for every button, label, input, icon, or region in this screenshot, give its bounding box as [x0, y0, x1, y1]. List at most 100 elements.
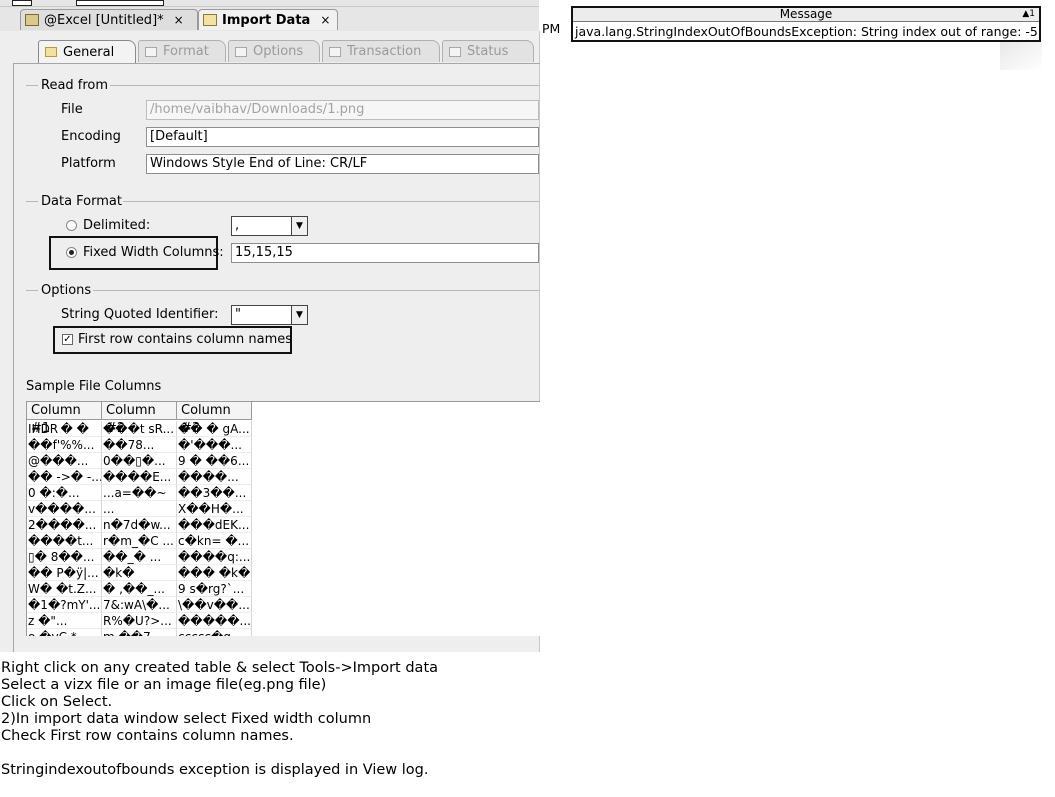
- data-format-group: Data Format: [26, 193, 122, 209]
- log-message[interactable]: java.lang.StringIndexOutOfBoundsExceptio…: [575, 24, 1038, 39]
- group-legend: Options: [41, 282, 92, 298]
- table-cell[interactable]: R%�U?>...: [102, 613, 177, 629]
- tab-label: Status: [467, 44, 509, 59]
- close-icon[interactable]: ×: [174, 13, 184, 27]
- table-cell[interactable]: c�kn= �...: [177, 533, 252, 549]
- table-cell[interactable]: ��� �k�: [177, 565, 252, 581]
- first-row-checkbox[interactable]: ✓: [62, 334, 73, 345]
- view-log-table: Message ▲1 java.lang.StringIndexOutOfBou…: [571, 6, 1041, 42]
- tab-status[interactable]: Status: [442, 40, 534, 62]
- delimiter-combo[interactable]: , ▼: [231, 216, 308, 236]
- table-cell[interactable]: �� ->� -...: [27, 469, 102, 485]
- table-cell[interactable]: m ��7: [102, 629, 177, 636]
- instruction-line: 2)In import data window select Fixed wid…: [1, 711, 372, 727]
- table-cell[interactable]: ...: [102, 501, 177, 517]
- table-cell[interactable]: n�7d�w...: [102, 517, 177, 533]
- table-cell[interactable]: 2����...: [27, 517, 102, 533]
- table-cell[interactable]: �����...: [177, 613, 252, 629]
- tab-options[interactable]: Options: [228, 40, 320, 62]
- tab-label: Options: [253, 44, 304, 59]
- table-cell[interactable]: 7&:wA\�...: [102, 597, 177, 613]
- table-cell[interactable]: �'���...: [177, 437, 252, 453]
- tab-excel-untitled[interactable]: @Excel [Untitled]* ×: [20, 9, 198, 30]
- read-from-group: Read from: [26, 77, 108, 93]
- table-cell[interactable]: ��_� ...: [102, 549, 177, 565]
- table-cell[interactable]: ��3��...: [177, 485, 252, 501]
- table-cell[interactable]: @���...: [27, 453, 102, 469]
- delimited-label: Delimited:: [83, 218, 151, 233]
- tab-label: General: [63, 44, 115, 60]
- column-header[interactable]: Column #1: [27, 402, 102, 436]
- table-cell[interactable]: �� � gA...: [177, 421, 252, 437]
- platform-label: Platform: [61, 156, 116, 171]
- toolbar-button[interactable]: [12, 0, 32, 6]
- column-header[interactable]: Column #2: [102, 402, 177, 436]
- instruction-line: Stringindexoutofbounds exception is disp…: [1, 762, 429, 778]
- tab-import-data[interactable]: Import Data ×: [198, 9, 338, 30]
- table-cell[interactable]: X��H�...: [177, 501, 252, 517]
- table-cell[interactable]: ���t sR...: [102, 421, 177, 437]
- tab-general[interactable]: General: [38, 40, 136, 63]
- fixed-width-label: Fixed Width Columns:: [83, 245, 224, 260]
- chevron-down-icon[interactable]: ▼: [291, 217, 307, 235]
- fixed-width-input[interactable]: 15,15,15: [231, 243, 539, 263]
- table-cell[interactable]: r�m_�C ...: [102, 533, 177, 549]
- table-cell[interactable]: ����...: [177, 469, 252, 485]
- tab-label: Format: [163, 44, 209, 59]
- quote-identifier-label: String Quoted Identifier:: [61, 307, 219, 322]
- table-cell[interactable]: IHDR � �: [27, 421, 102, 437]
- instruction-line: Click on Select.: [1, 694, 113, 710]
- fixed-width-radio[interactable]: [66, 247, 77, 258]
- table-cell[interactable]: ▯� 8��...: [27, 549, 102, 565]
- platform-select[interactable]: Windows Style End of Line: CR/LF: [146, 154, 539, 174]
- quote-identifier-combo[interactable]: " ▼: [231, 305, 308, 325]
- tab-transaction[interactable]: Transaction: [322, 40, 440, 62]
- status-icon: [449, 46, 461, 57]
- table-cell[interactable]: v����...: [27, 501, 102, 517]
- table-cell[interactable]: �1�?mY'...: [27, 597, 102, 613]
- tab-format[interactable]: Format: [138, 40, 226, 62]
- delimiter-value: ,: [235, 218, 240, 233]
- table-cell[interactable]: �� P�ÿ|...: [27, 565, 102, 581]
- quote-value: ": [235, 307, 241, 322]
- column-header[interactable]: Column #3: [177, 402, 252, 436]
- table-cell[interactable]: ccccc�q: [177, 629, 252, 636]
- table-cell[interactable]: 9 s�rg?`...: [177, 581, 252, 597]
- table-cell[interactable]: ����t...: [27, 533, 102, 549]
- encoding-select[interactable]: [Default]: [146, 127, 539, 147]
- group-legend: Read from: [41, 77, 109, 93]
- file-label: File: [61, 102, 83, 117]
- editor-tab-bar: @Excel [Untitled]* × Import Data ×: [0, 7, 539, 31]
- import-icon: [203, 14, 217, 26]
- table-cell[interactable]: z �"...: [27, 613, 102, 629]
- table-cell[interactable]: \��v��...: [177, 597, 252, 613]
- group-legend: Data Format: [41, 193, 122, 209]
- log-header-label: Message: [779, 7, 833, 21]
- tab-label: Import Data: [222, 12, 311, 28]
- table-cell[interactable]: 0��▯�...: [102, 453, 177, 469]
- format-icon: [145, 46, 157, 57]
- table-cell[interactable]: � ,��_...: [102, 581, 177, 597]
- table-cell[interactable]: W� �t.Z...: [27, 581, 102, 597]
- delimited-radio[interactable]: [66, 220, 77, 231]
- options-group: Options: [26, 282, 91, 298]
- table-cell[interactable]: �k�: [102, 565, 177, 581]
- file-path-field[interactable]: /home/vaibhav/Downloads/1.png: [146, 100, 539, 120]
- table-cell[interactable]: o �vC *: [27, 629, 102, 636]
- first-row-label: First row contains column names: [78, 332, 293, 347]
- table-cell[interactable]: ���dEK...: [177, 517, 252, 533]
- table-cell[interactable]: 0 �:�...: [27, 485, 102, 501]
- table-cell[interactable]: 9 � ��6...: [177, 453, 252, 469]
- table-cell[interactable]: ��78...: [102, 437, 177, 453]
- encoding-label: Encoding: [61, 129, 121, 144]
- database-icon: [25, 14, 39, 26]
- toolbar-button-group[interactable]: [76, 0, 164, 6]
- instruction-line: Check First row contains column names.: [1, 728, 294, 744]
- log-column-header[interactable]: Message ▲1: [573, 8, 1039, 22]
- table-cell[interactable]: ��f'%%...: [27, 437, 102, 453]
- table-cell[interactable]: ����q:...: [177, 549, 252, 565]
- table-cell[interactable]: ����E...: [102, 469, 177, 485]
- close-icon[interactable]: ×: [320, 13, 330, 27]
- table-cell[interactable]: ...a=��~: [102, 485, 177, 501]
- chevron-down-icon[interactable]: ▼: [291, 306, 307, 324]
